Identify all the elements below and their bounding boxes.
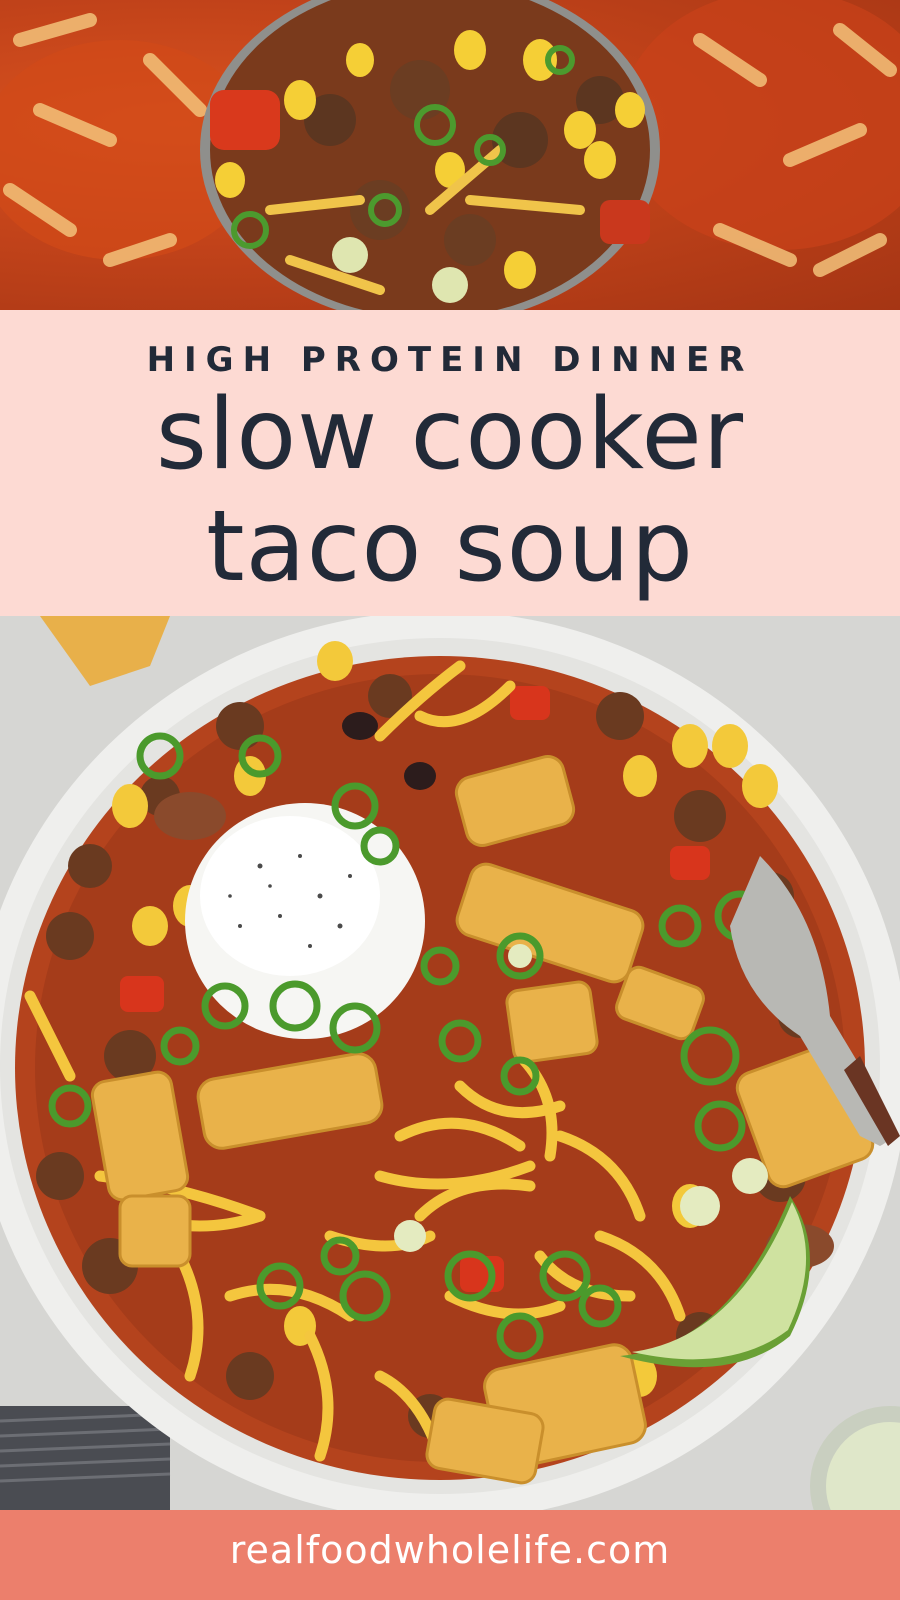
recipe-title-line-2: taco soup bbox=[206, 490, 694, 604]
ladle-soup-illustration bbox=[0, 0, 900, 310]
bowl-soup-illustration bbox=[0, 616, 900, 1510]
napkin bbox=[0, 1406, 171, 1510]
top-soup-photo bbox=[0, 0, 900, 310]
title-band: HIGH PROTEIN DINNER slow cooker taco sou… bbox=[0, 310, 900, 616]
sour-cream-dollop bbox=[185, 803, 425, 1039]
recipe-title-line-1: slow cooker bbox=[155, 378, 745, 492]
footer-band: realfoodwholelife.com bbox=[0, 1510, 900, 1600]
bowl-soup-photo bbox=[0, 616, 900, 1510]
website-link[interactable]: realfoodwholelife.com bbox=[0, 1528, 900, 1572]
recipe-category: HIGH PROTEIN DINNER bbox=[146, 340, 754, 380]
